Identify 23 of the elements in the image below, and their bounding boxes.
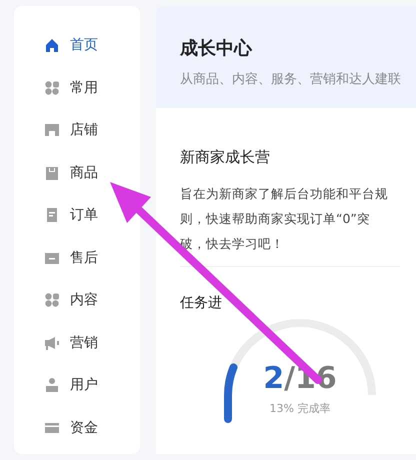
menu-glyph-icon [44, 292, 60, 308]
sidebar-item[interactable]: 订单 [44, 194, 98, 236]
page-subtitle: 从商品、内容、服务、营销和达人建联 [180, 71, 402, 88]
sidebar-item[interactable]: 商品 [44, 152, 98, 194]
sidebar-item[interactable]: 店铺 [44, 109, 98, 152]
section-title: 新商家成长营 [180, 148, 271, 167]
completion-rate: 13% 完成率 [268, 401, 332, 416]
sidebar-item[interactable]: 内容 [44, 279, 98, 322]
menu-glyph-icon [44, 164, 60, 181]
progress-title: 任务进 [180, 294, 223, 312]
sidebar-item[interactable]: 售后 [44, 236, 98, 279]
sidebar-item[interactable]: 常用 [44, 66, 98, 109]
sidebar-item[interactable]: 用户 [44, 364, 98, 406]
sidebar-item[interactable]: 资金 [44, 406, 98, 449]
menu-glyph-icon [44, 80, 60, 96]
page-title: 成长中心 [180, 37, 254, 60]
menu-glyph-icon [44, 207, 60, 224]
sidebar-item[interactable]: 营销 [44, 322, 98, 364]
sidebar-item[interactable]: 首页 [44, 24, 98, 66]
menu-glyph-icon [44, 334, 60, 351]
home-icon [44, 37, 60, 54]
menu-glyph-icon [44, 377, 60, 394]
menu-glyph-icon [44, 122, 60, 138]
